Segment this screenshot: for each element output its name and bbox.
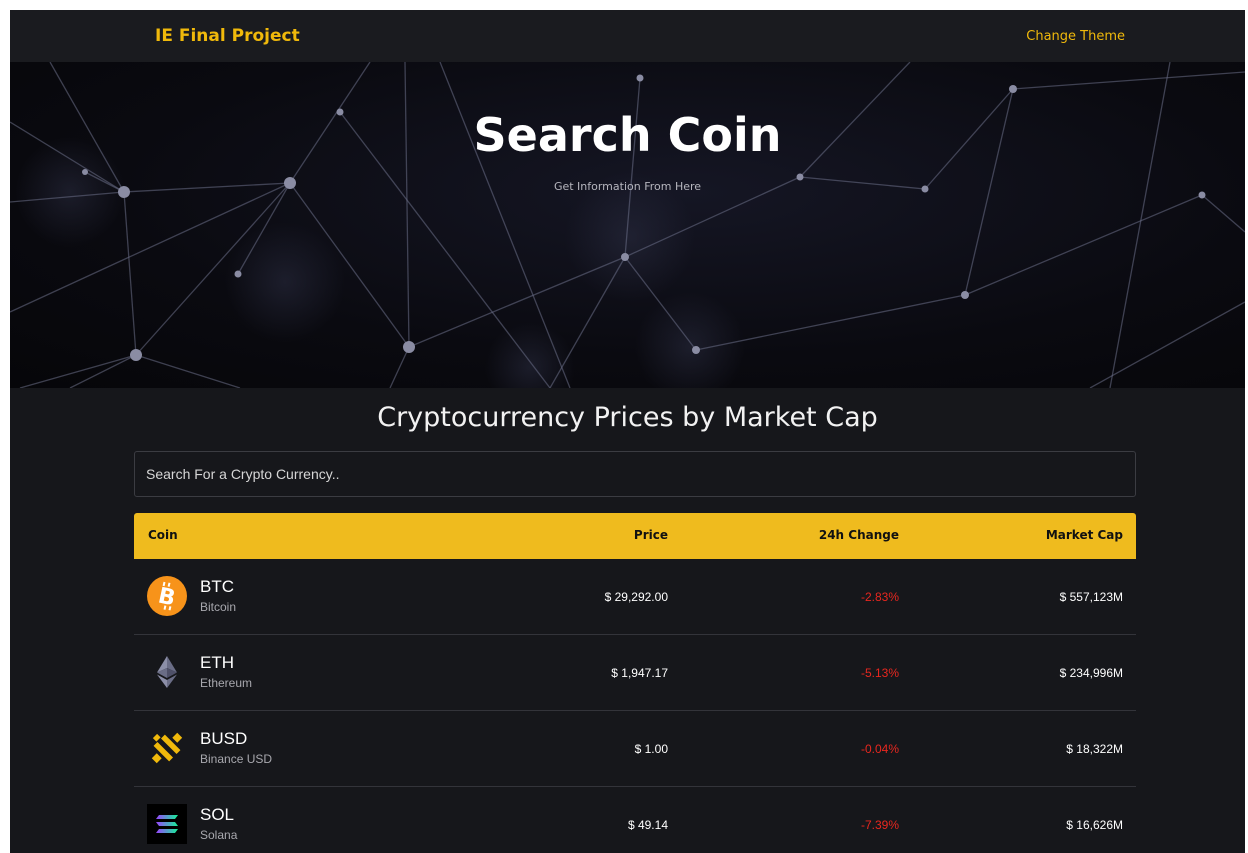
coin-symbol: BTC	[200, 577, 234, 596]
column-header-coin: Coin	[148, 528, 178, 542]
coin-name: Binance USD	[200, 752, 273, 766]
app-window: IE Final Project Change Theme Search Coi…	[10, 10, 1245, 853]
coin-market-cap: $ 234,996M	[1059, 666, 1123, 680]
section-title: Cryptocurrency Prices by Market Cap	[377, 402, 878, 433]
column-header-24h-change: 24h Change	[818, 528, 899, 542]
brand-title[interactable]: IE Final Project	[155, 26, 300, 46]
search-input[interactable]	[134, 451, 1136, 497]
coin-market-cap: $ 18,322M	[1066, 742, 1123, 756]
coin-name: Bitcoin	[200, 600, 237, 614]
coin-name: Ethereum	[200, 676, 253, 690]
table-row[interactable]: BUSD Binance USD $ 1.00 -0.04% $ 18,322M	[134, 711, 1136, 787]
table-row[interactable]: ETH Ethereum $ 1,947.17 -5.13% $ 234,996…	[134, 635, 1136, 711]
ethereum-icon	[157, 656, 177, 688]
coin-price: $ 1,947.17	[611, 666, 668, 680]
solana-icon	[147, 804, 187, 844]
coin-24h-change: -5.13%	[860, 666, 899, 680]
coin-table-body: B BTC Bitcoin $ 29,292.00 -2.83% $ 557,1…	[134, 559, 1136, 853]
column-header-price: Price	[633, 528, 668, 542]
bitcoin-icon: B	[147, 576, 187, 616]
coin-24h-change: -7.39%	[860, 818, 899, 832]
coin-market-cap: $ 16,626M	[1066, 818, 1123, 832]
coin-price: $ 1.00	[634, 742, 668, 756]
hero-banner: Search Coin Get Information From Here	[10, 62, 1245, 388]
coin-price: $ 29,292.00	[604, 590, 668, 604]
hero-subtitle: Get Information From Here	[553, 180, 702, 193]
table-header: Coin Price 24h Change Market Cap	[134, 513, 1136, 559]
binance-usd-icon	[151, 732, 183, 764]
column-header-market-cap: Market Cap	[1045, 528, 1123, 542]
coin-24h-change: -0.04%	[860, 742, 899, 756]
hero-title: Search Coin	[473, 108, 782, 162]
coin-24h-change: -2.83%	[860, 590, 899, 604]
coin-symbol: ETH	[200, 653, 234, 672]
coin-name: Solana	[200, 828, 238, 842]
coin-symbol: SOL	[200, 805, 235, 824]
coin-price: $ 49.14	[627, 818, 668, 832]
table-row[interactable]: SOL Solana $ 49.14 -7.39% $ 16,626M	[134, 787, 1136, 853]
table-row[interactable]: B BTC Bitcoin $ 29,292.00 -2.83% $ 557,1…	[134, 559, 1136, 635]
navbar: IE Final Project Change Theme	[10, 10, 1245, 62]
coin-symbol: BUSD	[200, 729, 248, 748]
change-theme-link[interactable]: Change Theme	[1026, 29, 1125, 44]
coin-market-cap: $ 557,123M	[1059, 590, 1123, 604]
